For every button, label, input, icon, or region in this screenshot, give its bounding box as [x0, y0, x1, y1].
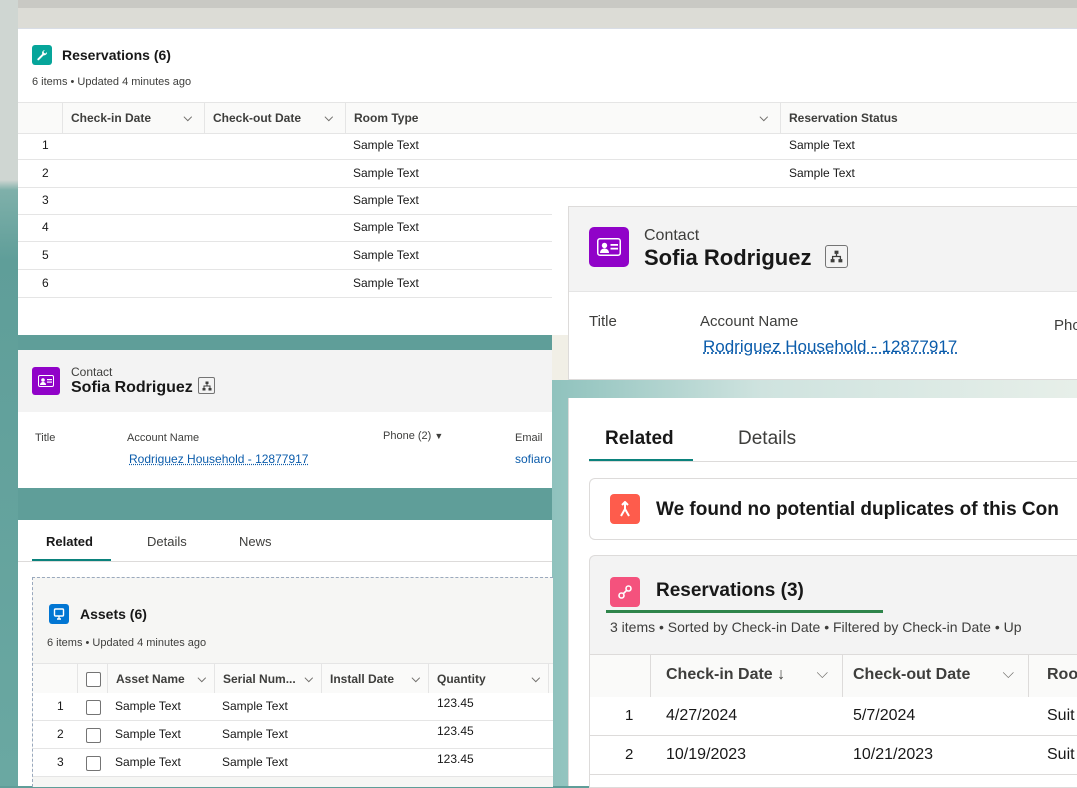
col-room-type[interactable]: Roo — [1028, 655, 1077, 697]
assets-title[interactable]: Assets (6) — [80, 606, 147, 622]
col-reservation-status[interactable]: Reservation Status — [781, 103, 1077, 133]
contact-card-small: Contact Sofia Rodriguez Title Account Na… — [18, 350, 552, 488]
table-row[interactable]: 3 Sample Text Sample Text 123.45 — [33, 749, 553, 777]
chevron-down-icon[interactable]: ⌵ — [760, 103, 768, 133]
row-checkbox[interactable] — [86, 728, 101, 743]
table-row[interactable]: 2 Sample Text Sample Text 123.45 — [33, 721, 553, 749]
col-checkout[interactable]: Check-out Date ⌵ — [205, 103, 346, 133]
tab-details[interactable]: Details — [738, 428, 796, 450]
contact-card-large: Contact Sofia Rodriguez Title Account Na… — [568, 206, 1077, 380]
contact-name: Sofia Rodriguez — [644, 245, 811, 271]
reservations-meta: 3 items • Sorted by Check-in Date • Filt… — [610, 619, 1022, 635]
chevron-down-icon[interactable]: ⌵ — [817, 665, 828, 682]
col-install-date[interactable]: Install Date ⌵ — [322, 664, 429, 694]
contact-card-icon — [32, 367, 60, 395]
table-row[interactable]: 2 Sample Text Sample Text — [18, 160, 1077, 188]
tab-divider — [589, 461, 1077, 462]
email-link[interactable]: sofiaro — [515, 452, 551, 466]
background-left — [0, 0, 18, 786]
wrench-icon — [32, 45, 52, 65]
select-all-checkbox[interactable] — [86, 672, 101, 687]
account-name-link[interactable]: Rodriguez Household - 12877917 — [703, 337, 957, 357]
title-underline — [606, 610, 883, 613]
caret-down-icon: ▼ — [434, 431, 443, 441]
table-row[interactable]: 5 Sample Text — [18, 242, 552, 270]
account-name-label: Account Name — [127, 432, 199, 444]
chevron-down-icon[interactable]: ⌵ — [412, 664, 420, 694]
merge-icon — [610, 494, 640, 524]
table-row[interactable]: 1 Sample Text Sample Text — [18, 132, 1077, 160]
chevron-down-icon[interactable]: ⌵ — [325, 103, 333, 133]
account-name-label: Account Name — [700, 313, 798, 330]
assets-meta: 6 items • Updated 4 minutes ago — [47, 637, 206, 649]
chevron-down-icon[interactable]: ⌵ — [305, 664, 313, 694]
row-checkbox[interactable] — [86, 700, 101, 715]
title-field-label: Title — [35, 432, 55, 444]
chevron-down-icon[interactable]: ⌵ — [1003, 665, 1014, 682]
reservations-meta: 6 items • Updated 4 minutes ago — [32, 76, 191, 88]
tab-news[interactable]: News — [239, 534, 272, 549]
phone-field-label[interactable]: Pho — [1054, 317, 1077, 334]
table-row[interactable]: 6 Sample Text — [18, 270, 552, 298]
reservations-grid-header: Check-in Date ↓ ⌵ Check-out Date ⌵ Roo — [590, 654, 1077, 698]
asset-icon — [49, 604, 69, 624]
col-asset-name[interactable]: Asset Name ⌵ — [108, 664, 215, 694]
col-checkout[interactable]: Check-out Date ⌵ — [842, 655, 1029, 697]
duplicates-alert: We found no potential duplicates of this… — [589, 478, 1077, 540]
reservations-related-list: Reservations (3) 3 items • Sorted by Che… — [589, 555, 1077, 788]
hierarchy-icon[interactable] — [825, 245, 848, 268]
email-field-label: Email — [515, 432, 543, 444]
row-checkbox[interactable] — [86, 756, 101, 771]
col-checkin[interactable]: Check-in Date ⌵ — [63, 103, 205, 133]
background-band — [0, 0, 1077, 8]
col-serial-number[interactable]: Serial Num... ⌵ — [215, 664, 322, 694]
chevron-down-icon[interactable]: ⌵ — [184, 103, 192, 133]
reservations-title[interactable]: Reservations (3) — [656, 580, 804, 602]
related-card-large: Related Details We found no potential du… — [568, 398, 1077, 786]
phone-field-label[interactable]: Phone (2) ▼ — [383, 430, 443, 442]
table-row[interactable]: 1 Sample Text Sample Text 123.45 — [33, 693, 553, 721]
tab-related[interactable]: Related — [46, 534, 93, 549]
tab-details[interactable]: Details — [147, 534, 187, 549]
tab-divider — [18, 561, 552, 562]
duplicates-message: We found no potential duplicates of this… — [656, 499, 1059, 521]
table-row-partial — [590, 775, 1077, 787]
record-type-label: Contact — [644, 227, 699, 245]
record-type-label: Contact — [71, 365, 112, 379]
chevron-down-icon[interactable]: ⌵ — [532, 664, 540, 694]
assets-related-list: Assets (6) 6 items • Updated 4 minutes a… — [32, 577, 553, 787]
table-row[interactable]: 1 4/27/2024 5/7/2024 Suit — [590, 697, 1077, 736]
title-field-label: Title — [589, 313, 617, 330]
table-row[interactable]: 2 10/19/2023 10/21/2023 Suit — [590, 736, 1077, 775]
hierarchy-icon[interactable] — [198, 377, 215, 394]
contact-name: Sofia Rodriguez — [71, 379, 193, 397]
related-card-small: Related Details News Assets (6) 6 items … — [18, 520, 552, 786]
table-row[interactable]: 4 Sample Text — [18, 214, 552, 242]
col-room-type[interactable]: Room Type ⌵ — [346, 103, 781, 133]
col-checkin[interactable]: Check-in Date ↓ ⌵ — [650, 655, 843, 697]
link-icon — [610, 577, 640, 607]
tab-related[interactable]: Related — [605, 428, 674, 450]
account-name-link[interactable]: Rodriguez Household - 12877917 — [129, 452, 308, 466]
assets-grid-header: Asset Name ⌵ Serial Num... ⌵ Install Dat… — [33, 663, 553, 695]
reservations-header: Reservations (6) — [32, 45, 171, 65]
reservations-title[interactable]: Reservations (6) — [62, 47, 171, 63]
chevron-down-icon[interactable]: ⌵ — [198, 664, 206, 694]
reservations-grid-header: Check-in Date ⌵ Check-out Date ⌵ Room Ty… — [18, 102, 1077, 134]
contact-card-icon — [589, 227, 629, 267]
table-row[interactable]: 3 Sample Text — [18, 187, 552, 215]
